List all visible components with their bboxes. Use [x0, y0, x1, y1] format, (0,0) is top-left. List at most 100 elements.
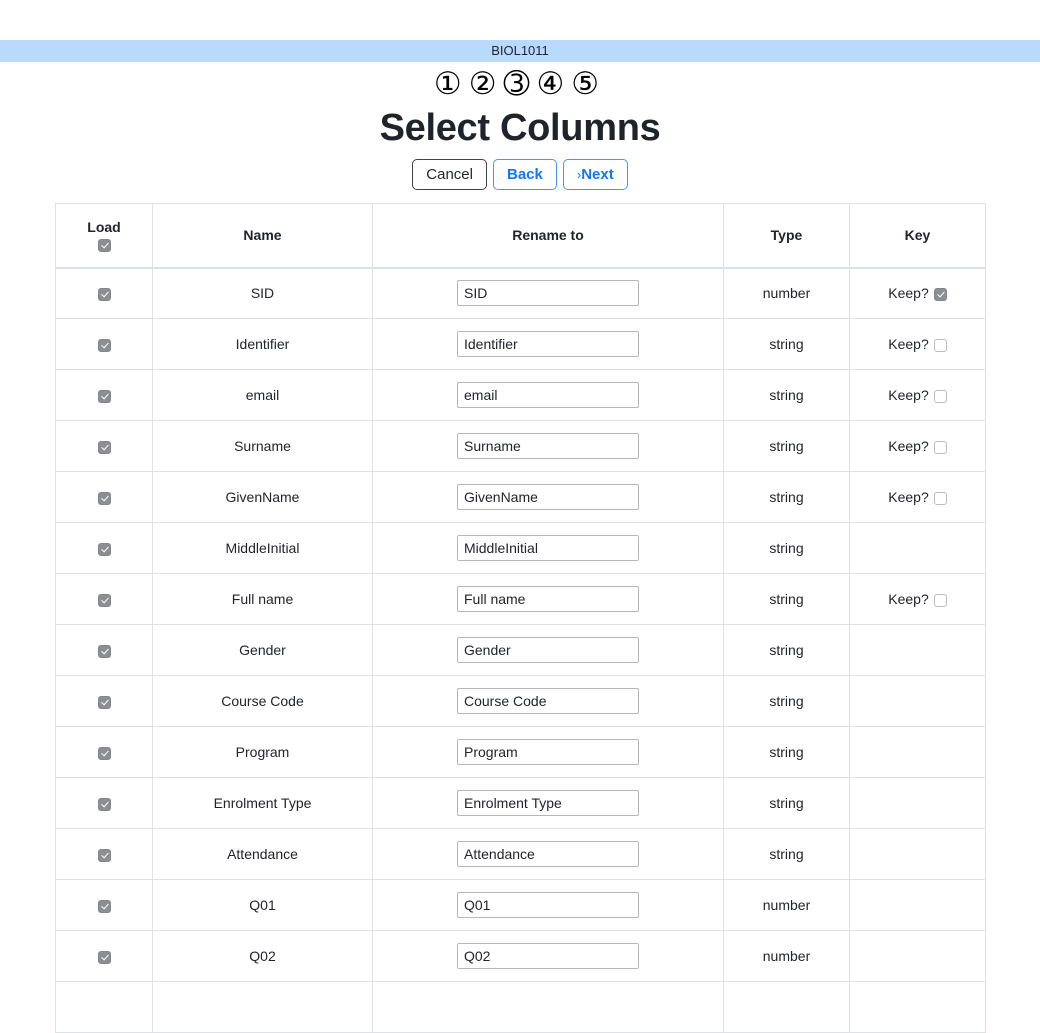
load-checkbox[interactable] — [97, 338, 111, 352]
table-row: Attendance string — [55, 828, 986, 880]
next-button-label: Next — [581, 166, 614, 183]
load-checkbox[interactable] — [97, 542, 111, 556]
rename-input[interactable] — [457, 943, 639, 969]
cell-key — [849, 777, 986, 829]
cell-name: Course Code — [152, 675, 373, 727]
key-checkbox[interactable] — [933, 338, 947, 352]
cell-rename — [372, 777, 724, 829]
rename-input[interactable] — [457, 637, 639, 663]
table-row: Q01 number — [55, 879, 986, 931]
cell-type: number — [723, 267, 850, 319]
rename-input[interactable] — [457, 535, 639, 561]
step-5: ⑤ — [571, 66, 607, 102]
cell-load — [55, 471, 153, 523]
table-row: Q02 number — [55, 930, 986, 982]
cell-name: Enrolment Type — [152, 777, 373, 829]
cell-type: string — [723, 471, 850, 523]
cell-type: string — [723, 675, 850, 727]
cell-name: Surname — [152, 420, 373, 472]
key-keep-label: Keep? — [888, 438, 929, 454]
cell-rename — [372, 420, 724, 472]
cell-key — [849, 675, 986, 727]
column-header-key: Key — [849, 203, 986, 269]
rename-input[interactable] — [457, 433, 639, 459]
cell-key: Keep? — [849, 471, 986, 523]
rename-input[interactable] — [457, 790, 639, 816]
cell-name: MiddleInitial — [152, 522, 373, 574]
select-all-load-checkbox[interactable] — [97, 238, 111, 252]
table-row: MiddleInitial string — [55, 522, 986, 574]
cell-load — [55, 777, 153, 829]
page-title: Select Columns — [379, 107, 661, 149]
cell-key: Keep? — [849, 420, 986, 472]
key-checkbox[interactable] — [933, 440, 947, 454]
rename-input[interactable] — [457, 280, 639, 307]
load-checkbox[interactable] — [97, 288, 111, 302]
cell-rename — [372, 573, 724, 625]
column-header-load: Load — [55, 203, 153, 269]
load-checkbox[interactable] — [97, 797, 111, 811]
cell-rename — [372, 879, 724, 931]
cancel-button[interactable]: Cancel — [412, 159, 487, 190]
cell-type: string — [723, 777, 850, 829]
load-checkbox[interactable] — [97, 440, 111, 454]
cell-name: Gender — [152, 624, 373, 676]
cell-load — [55, 879, 153, 931]
rename-input[interactable] — [457, 382, 639, 408]
key-keep-label: Keep? — [888, 489, 929, 505]
key-checkbox[interactable] — [933, 389, 947, 403]
cell-name: SID — [152, 267, 373, 319]
cell-name — [152, 981, 373, 1033]
load-checkbox[interactable] — [97, 644, 111, 658]
rename-input[interactable] — [457, 586, 639, 612]
rename-input[interactable] — [457, 841, 639, 867]
load-checkbox[interactable] — [97, 389, 111, 403]
rename-input[interactable] — [457, 688, 639, 714]
columns-table-container: Load Name Rename to Type Key SIDnumberKe… — [55, 203, 986, 1033]
rename-input[interactable] — [457, 484, 639, 510]
rename-input[interactable] — [457, 892, 639, 918]
load-checkbox[interactable] — [97, 746, 111, 760]
cell-name: GivenName — [152, 471, 373, 523]
cell-load — [55, 675, 153, 727]
cell-rename — [372, 471, 724, 523]
load-checkbox[interactable] — [97, 950, 111, 964]
action-buttons: Cancel Back ›Next — [0, 159, 1040, 190]
cell-key: Keep? — [849, 369, 986, 421]
back-button[interactable]: Back — [492, 159, 557, 190]
cell-key: Keep? — [849, 318, 986, 370]
cell-rename — [372, 369, 724, 421]
table-row — [55, 981, 986, 1033]
load-checkbox[interactable] — [97, 593, 111, 607]
load-checkbox[interactable] — [97, 695, 111, 709]
cell-rename — [372, 930, 724, 982]
cell-type: string — [723, 420, 850, 472]
load-checkbox[interactable] — [97, 899, 111, 913]
key-keep-label: Keep? — [888, 387, 929, 403]
cell-rename — [372, 318, 724, 370]
key-checkbox[interactable] — [933, 593, 947, 607]
cell-type: string — [723, 726, 850, 778]
cell-load — [55, 318, 153, 370]
key-keep-label: Keep? — [888, 336, 929, 352]
next-button[interactable]: ›Next — [562, 159, 628, 190]
column-header-load-label: Load — [87, 218, 121, 235]
cell-rename — [372, 828, 724, 880]
key-checkbox[interactable] — [933, 491, 947, 505]
cell-name: Identifier — [152, 318, 373, 370]
cell-load — [55, 726, 153, 778]
cell-load — [55, 420, 153, 472]
rename-input[interactable] — [457, 331, 639, 357]
rename-input[interactable] — [457, 739, 639, 765]
table-row: Program string — [55, 726, 986, 778]
key-keep-label: Keep? — [888, 591, 929, 607]
cell-type: string — [723, 318, 850, 370]
cell-type: number — [723, 930, 850, 982]
cell-load — [55, 828, 153, 880]
cell-key — [849, 828, 986, 880]
key-checkbox[interactable] — [933, 288, 947, 302]
load-checkbox[interactable] — [97, 491, 111, 505]
load-checkbox[interactable] — [97, 848, 111, 862]
table-row: Surname string Keep? — [55, 420, 986, 472]
cell-key — [849, 522, 986, 574]
